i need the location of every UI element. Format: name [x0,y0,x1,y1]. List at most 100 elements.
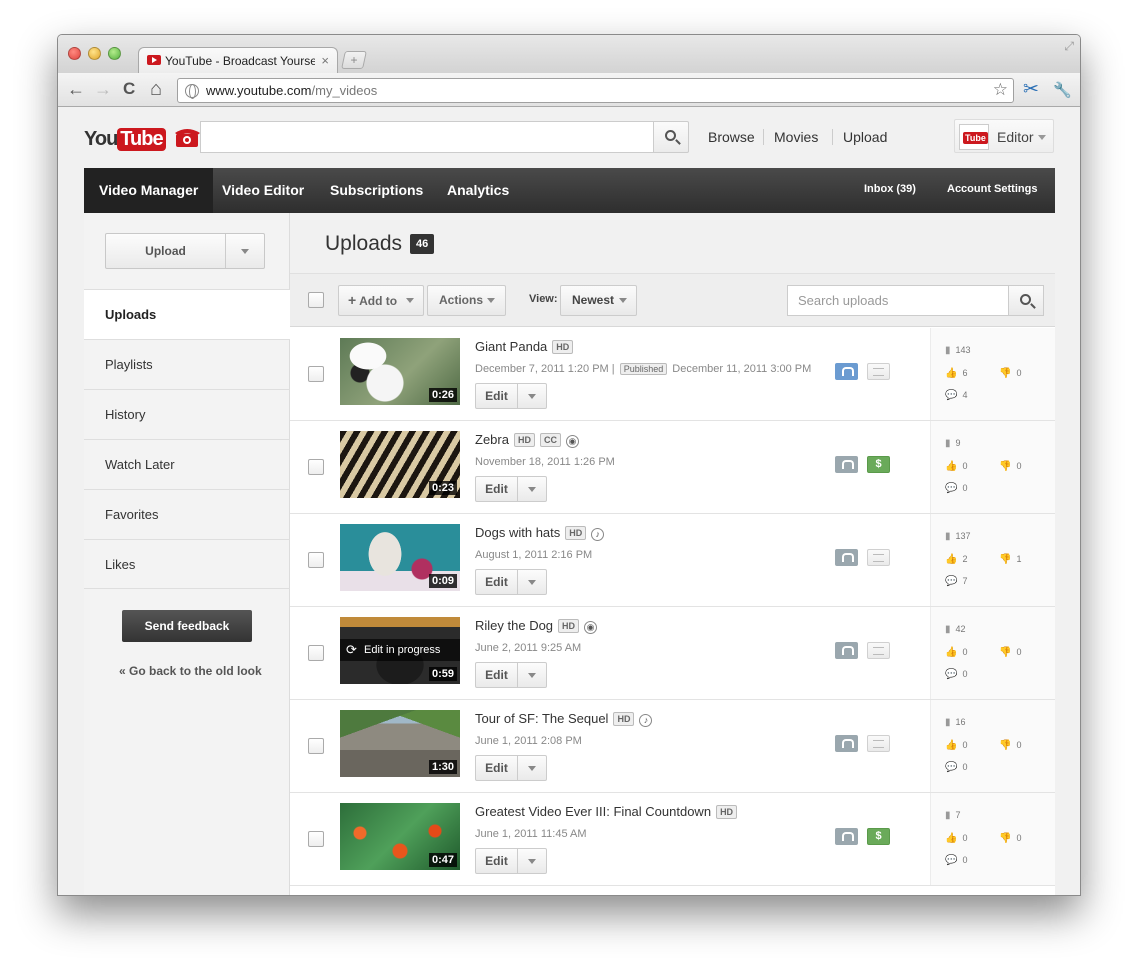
private-lock-icon[interactable] [835,549,858,566]
inbox-link[interactable]: Inbox (39) [864,183,916,195]
upload-button[interactable]: Upload [105,233,265,269]
sort-dropdown[interactable]: Newest [560,285,637,316]
audio-swap-icon: ♪ [591,528,605,541]
movies-link[interactable]: Movies [774,129,818,145]
tab-subscriptions[interactable]: Subscriptions [315,168,438,213]
account-settings-link[interactable]: Account Settings [947,183,1037,195]
tab-video-manager[interactable]: Video Manager [84,168,214,213]
video-thumbnail[interactable]: 0:26 [340,338,460,405]
site-search-input[interactable] [200,121,654,153]
video-date-line: June 2, 2011 9:25 AM [475,642,581,654]
new-tab-button[interactable]: + [341,51,367,69]
youtube-logo[interactable]: You Tube [84,125,202,151]
chevron-down-icon[interactable] [528,859,536,864]
video-thumbnail[interactable]: 0:47 [340,803,460,870]
site-search-button[interactable] [653,121,689,153]
select-all-checkbox[interactable] [308,292,324,308]
video-title[interactable]: Giant Panda [475,339,547,354]
fullscreen-icon[interactable]: ⤢ [1064,39,1074,54]
sidebar-item-history[interactable]: History [84,389,290,439]
video-thumbnail[interactable]: 0:09 [340,524,460,591]
reload-icon[interactable]: C [123,79,135,99]
chevron-down-icon[interactable] [528,487,536,492]
add-to-button[interactable]: + Add to [338,285,424,316]
private-lock-icon[interactable] [835,735,858,752]
thumbs-up-icon: 👍 [945,833,958,844]
search-uploads-button[interactable] [1008,285,1044,316]
edit-button-label: Edit [476,849,518,873]
sidebar-item-favorites[interactable]: Favorites [84,489,290,539]
scissors-icon[interactable]: ✂ [1023,78,1039,101]
url-host: www.youtube.com [206,83,312,98]
address-bar[interactable]: www.youtube.com/my_videos ☆ [177,78,1014,103]
video-checkbox[interactable] [308,645,324,661]
details-list-icon[interactable] [867,363,890,380]
sidebar-item-watch-later[interactable]: Watch Later [84,439,290,489]
details-list-icon[interactable] [867,735,890,752]
video-title[interactable]: Zebra [475,432,509,447]
private-lock-icon[interactable] [835,642,858,659]
old-look-link[interactable]: « Go back to the old look [119,664,262,678]
send-feedback-button[interactable]: Send feedback [122,610,252,642]
hd-badge: HD [565,526,587,540]
actions-label: Actions [439,293,484,307]
search-icon [1020,294,1031,305]
thumbs-down-icon: 👎 [999,833,1012,844]
tab-close-icon[interactable]: × [321,53,329,68]
search-uploads-input[interactable]: Search uploads [787,285,1009,316]
thumbs-up-icon: 👍 [945,461,958,472]
chevron-down-icon[interactable] [528,394,536,399]
forward-icon[interactable]: → [94,79,112,99]
video-title[interactable]: Tour of SF: The Sequel [475,711,608,726]
wrench-icon[interactable]: 🔧 [1053,81,1072,99]
edit-button-label: Edit [476,663,518,687]
minimize-window-button[interactable] [88,47,101,60]
private-lock-icon[interactable] [835,828,858,845]
upload-link[interactable]: Upload [843,129,887,145]
home-icon[interactable]: ⌂ [150,79,162,99]
video-thumbnail[interactable]: Edit in progress 0:59 [340,617,460,684]
public-privacy-icon[interactable] [835,363,858,380]
edit-button[interactable]: Edit [475,662,547,688]
back-icon[interactable]: ← [67,79,85,99]
monetization-icon[interactable]: $ [867,828,890,845]
edit-button[interactable]: Edit [475,476,547,502]
browse-link[interactable]: Browse [708,129,755,145]
edit-button[interactable]: Edit [475,755,547,781]
actions-button[interactable]: Actions [427,285,506,316]
chevron-down-icon[interactable] [528,673,536,678]
sidebar-item-playlists[interactable]: Playlists [84,339,290,389]
video-checkbox[interactable] [308,366,324,382]
chevron-down-icon[interactable] [528,766,536,771]
chevron-down-icon[interactable] [528,580,536,585]
edit-button[interactable]: Edit [475,848,547,874]
zoom-window-button[interactable] [108,47,121,60]
details-list-icon[interactable] [867,642,890,659]
tab-analytics[interactable]: Analytics [432,168,524,213]
browser-tab[interactable]: YouTube - Broadcast Yourse × [138,47,338,74]
video-checkbox[interactable] [308,738,324,754]
bookmark-star-icon[interactable]: ☆ [993,80,1008,100]
video-checkbox[interactable] [308,459,324,475]
video-thumbnail[interactable]: 0:23 [340,431,460,498]
comments-stat: 💬 4 [945,390,967,401]
video-title[interactable]: Greatest Video Ever III: Final Countdown [475,804,711,819]
upload-date: June 1, 2011 2:08 PM [475,735,582,747]
video-title[interactable]: Dogs with hats [475,525,560,540]
edit-button[interactable]: Edit [475,569,547,595]
monetization-icon[interactable]: $ [867,456,890,473]
video-title[interactable]: Riley the Dog [475,618,553,633]
sidebar-item-likes[interactable]: Likes [84,539,290,589]
account-menu[interactable]: Tube Editor [954,119,1054,153]
close-window-button[interactable] [68,47,81,60]
video-thumbnail[interactable]: 1:30 [340,710,460,777]
video-checkbox[interactable] [308,552,324,568]
edit-button[interactable]: Edit [475,383,547,409]
hd-badge: HD [552,340,574,354]
video-checkbox[interactable] [308,831,324,847]
details-list-icon[interactable] [867,549,890,566]
chevron-down-icon[interactable] [241,249,249,254]
sidebar-item-uploads[interactable]: Uploads [84,289,290,339]
private-lock-icon[interactable] [835,456,858,473]
tab-video-editor[interactable]: Video Editor [207,168,319,213]
